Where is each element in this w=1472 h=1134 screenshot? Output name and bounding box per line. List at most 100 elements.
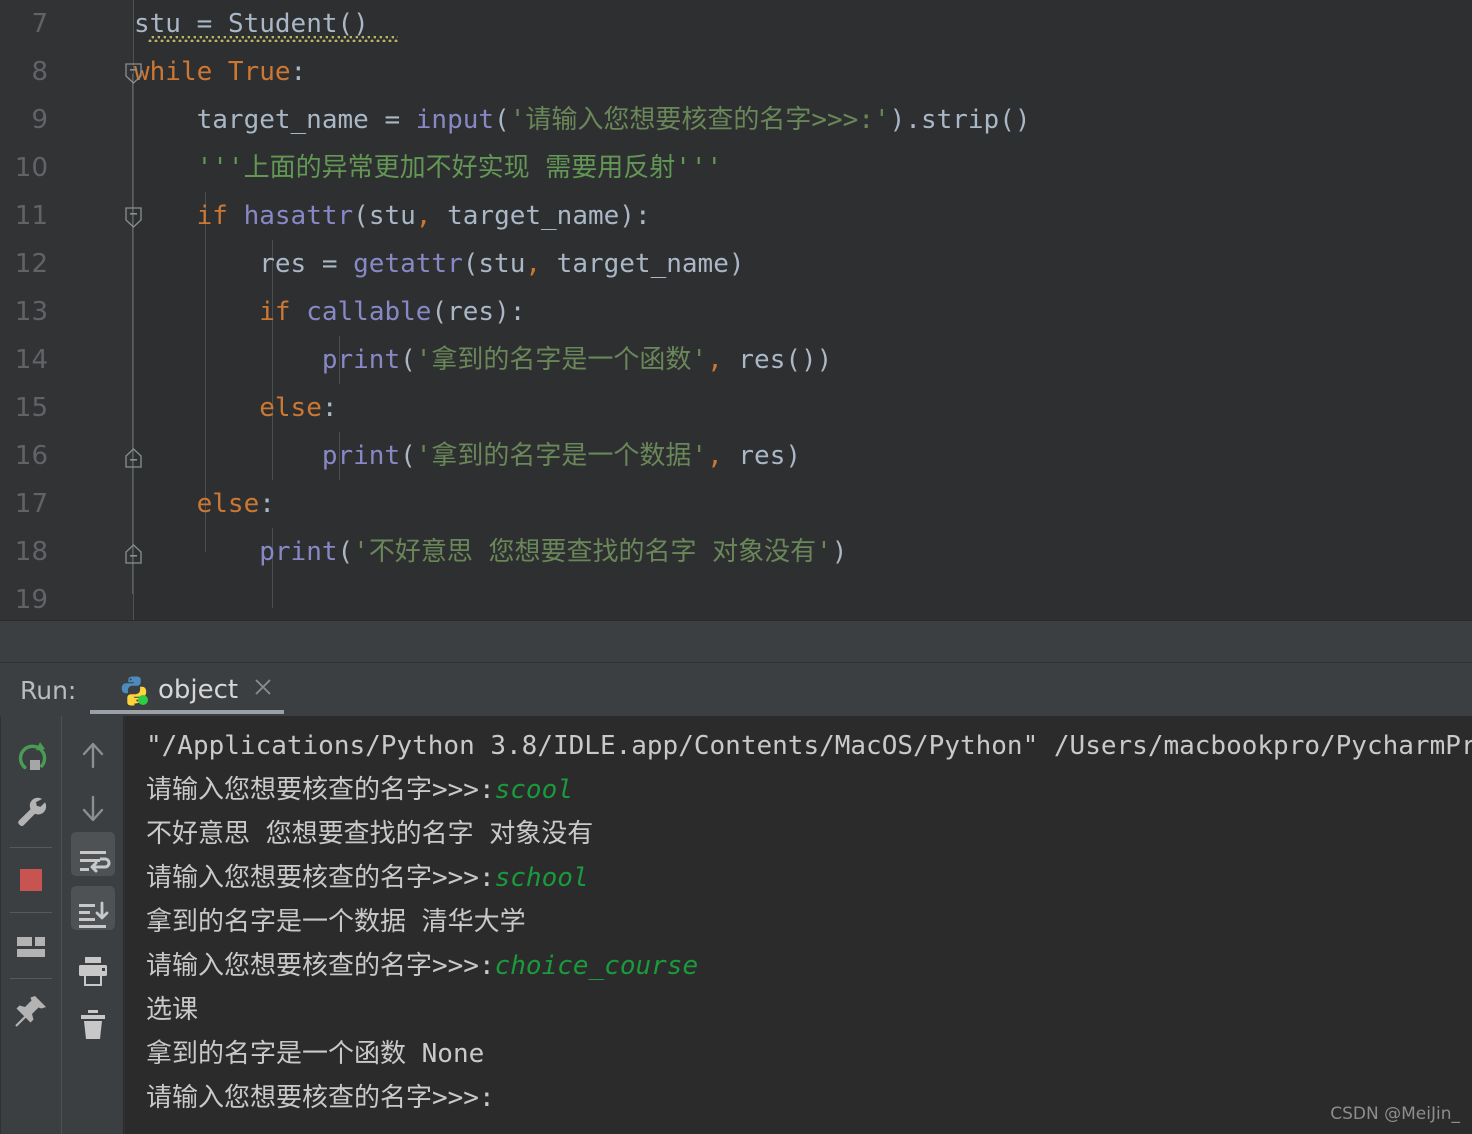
code-line[interactable]: 11 if hasattr(stu, target_name): [0,192,1472,240]
console-line: 请输入您想要核查的名字>>>: [146,1076,495,1120]
pin-tab-button[interactable] [0,982,62,1036]
python-icon [118,674,150,706]
toolbar-separator [10,978,52,979]
line-number: 12 [14,249,48,279]
code-text: else: [196,489,275,519]
code-text: if callable(res): [259,297,526,327]
toolbar-column-divider [61,716,62,1134]
console-output: 选课 [146,995,199,1025]
restore-layout-button[interactable] [0,918,62,972]
console-user-input: choice_course [494,951,699,981]
soft-wrap-icon [80,851,111,873]
code-line[interactable]: 18 print('不好意思 您想要查找的名字 对象没有') [0,528,1472,576]
inspection-squiggle [148,36,398,42]
edit-configurations-button[interactable] [0,782,62,836]
code-line[interactable]: 12 res = getattr(stu, target_name) [0,240,1472,288]
previous-occurrence-button[interactable] [62,726,124,780]
toolbar-separator [10,847,52,848]
code-text: if hasattr(stu, target_name): [196,201,651,231]
line-number: 16 [14,441,48,471]
console-line: 请输入您想要核查的名字>>>:choice_course [146,944,698,988]
fold-marker-end[interactable] [125,544,142,564]
print-button[interactable] [62,942,124,996]
run-label: Run: [20,676,77,705]
console-output: 请输入您想要核查的名字>>>: [146,1083,495,1113]
arrow-up-icon [82,742,104,769]
stop-icon [20,869,42,891]
console-user-input: scool [494,775,573,805]
line-number: 7 [31,9,48,39]
scroll-to-end-button[interactable] [62,886,124,940]
line-number: 17 [14,489,48,519]
line-number: 18 [14,537,48,567]
console-user-input: school [494,863,589,893]
editor-bottom-border [0,620,1472,621]
code-line[interactable]: 10 '''上面的异常更加不好实现 需要用反射''' [0,144,1472,192]
pin-icon [15,996,46,1027]
fold-marker-collapse[interactable] [125,207,142,228]
console-output: 拿到的名字是一个数据 清华大学 [146,907,526,937]
code-line[interactable]: 15 else: [0,384,1472,432]
code-text: print('拿到的名字是一个数据', res) [321,441,802,471]
run-tab-label: object [158,675,239,705]
code-line[interactable]: 9 target_name = input('请输入您想要核查的名字>>>:')… [0,96,1472,144]
run-tab-object[interactable]: object [90,662,284,716]
line-number: 10 [14,153,48,183]
run-toolbar-secondary [62,716,124,1134]
console-output: 不好意思 您想要查找的名字 对象没有 [146,819,594,849]
editor-run-splitter[interactable] [0,620,1472,662]
line-number: 14 [14,345,48,375]
code-text: else: [259,393,338,423]
code-text: res = getattr(stu, target_name) [134,249,745,279]
pycharm-window: 7 stu = Student() 8 while True: 9 target_nam… [0,0,1472,1134]
console-left-border [124,716,125,1134]
run-toolbar-primary [0,716,62,1134]
code-text: target_name = input('请输入您想要核查的名字>>>:').s… [134,105,1031,135]
code-line[interactable]: 8 while True: [0,48,1472,96]
code-line[interactable]: 14 print('拿到的名字是一个函数', res()) [0,336,1472,384]
toolbar-separator [10,912,52,913]
code-line[interactable]: 16 print('拿到的名字是一个数据', res) [0,432,1472,480]
fold-marker-end[interactable] [125,448,142,468]
code-text: print('不好意思 您想要查找的名字 对象没有') [259,537,848,567]
console-line: 请输入您想要核查的名字>>>:scool [146,768,573,812]
line-number: 15 [14,393,48,423]
layout-icon [17,937,45,957]
code-text: while True: [134,57,307,87]
line-number: 13 [14,297,48,327]
console-line: 不好意思 您想要查找的名字 对象没有 [146,812,593,856]
console-output: 请输入您想要核查的名字>>>: [146,863,495,893]
stop-button[interactable] [0,851,62,905]
close-icon[interactable] [252,676,274,698]
code-line[interactable]: 13 if callable(res): [0,288,1472,336]
console-line: 拿到的名字是一个数据 清华大学 [146,900,526,944]
trash-icon [81,1010,105,1039]
scroll-to-end-icon [79,901,109,928]
next-occurrence-button[interactable] [62,780,124,834]
code-line[interactable]: 17 else: [0,480,1472,528]
line-number: 19 [14,585,48,615]
arrow-down-icon [82,795,104,822]
soft-wrap-button[interactable] [62,832,124,886]
line-number: 11 [14,201,48,231]
watermark: CSDN @MeiJin_ [1330,1104,1460,1124]
printer-icon [79,957,107,986]
code-editor[interactable]: 7 stu = Student() 8 while True: 9 target_nam… [0,0,1472,620]
console-output: "/Applications/Python 3.8/IDLE.app/Conte… [146,731,1472,761]
run-console[interactable]: "/Applications/Python 3.8/IDLE.app/Conte… [124,716,1472,1134]
fold-marker-collapse[interactable] [125,63,142,84]
console-line: 请输入您想要核查的名字>>>:school [146,856,589,900]
rerun-button[interactable] [0,728,62,782]
console-output: 请输入您想要核查的名字>>>: [146,951,495,981]
clear-all-button[interactable] [62,996,124,1050]
console-line: 选课 [146,988,198,1032]
wrench-icon [18,797,47,826]
code-line[interactable]: 19 [0,576,1472,620]
code-text: print('拿到的名字是一个函数', res()) [321,345,833,375]
rerun-icon [18,742,47,770]
console-line: 拿到的名字是一个函数 None [146,1032,484,1076]
console-output: 请输入您想要核查的名字>>>: [146,775,495,805]
line-number: 8 [31,57,48,87]
console-output: 拿到的名字是一个函数 None [146,1039,485,1069]
run-tab-active-indicator [90,710,284,714]
